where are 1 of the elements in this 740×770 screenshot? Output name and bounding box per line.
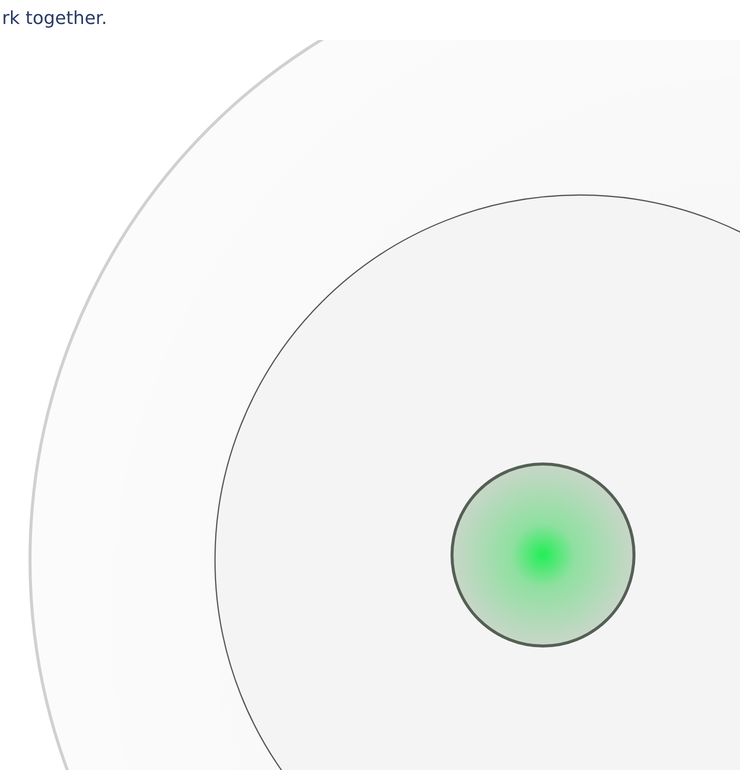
intro-text: rk together. (2, 7, 108, 31)
